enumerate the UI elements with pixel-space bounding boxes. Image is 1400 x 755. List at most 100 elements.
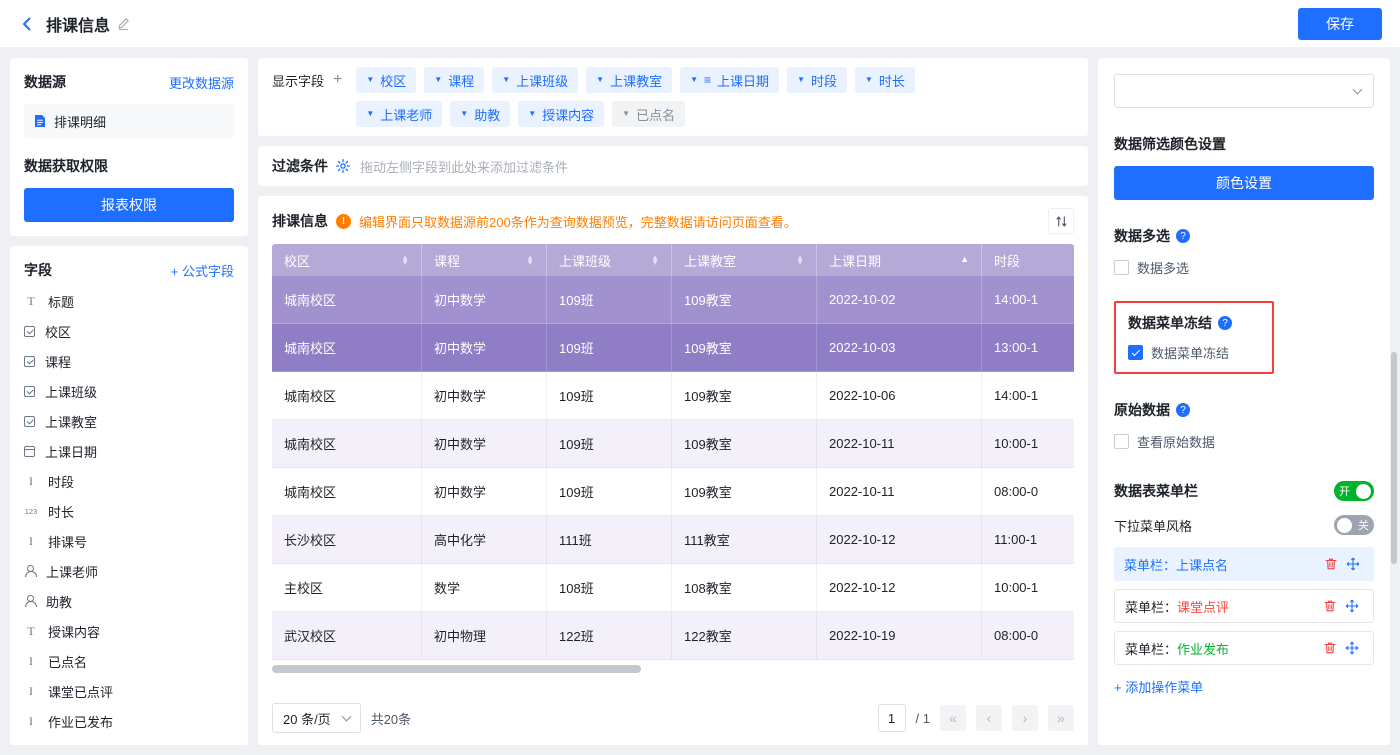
sort-order-button[interactable] — [1048, 208, 1074, 234]
move-icon[interactable] — [1341, 637, 1363, 659]
menu-item[interactable]: 菜单栏：上课点名 — [1114, 547, 1374, 581]
display-field-chip[interactable]: ▼时段 — [787, 67, 847, 93]
field-item[interactable]: T授课内容 — [24, 616, 234, 646]
table-row[interactable]: 城南校区初中数学109班109教室2022-10-1110:00-1 — [272, 420, 1074, 468]
table-row[interactable]: 城南校区初中数学109班109教室2022-10-1108:00-0 — [272, 468, 1074, 516]
menu-item[interactable]: 菜单栏：课堂点评 — [1114, 589, 1374, 623]
table-cell: 109教室 — [672, 420, 817, 468]
chevron-down-icon: ▼ — [622, 110, 630, 118]
top-select[interactable] — [1114, 74, 1374, 108]
display-field-chip[interactable]: ▼时长 — [855, 67, 915, 93]
color-settings-title: 数据筛选颜色设置 — [1114, 134, 1374, 154]
field-item[interactable]: 上课班级 — [24, 376, 234, 406]
menu-item-prefix: 菜单栏： — [1125, 639, 1177, 658]
chevron-down-icon: ▼ — [865, 76, 873, 84]
add-display-field-button[interactable]: + — [333, 72, 342, 88]
delete-icon[interactable] — [1320, 553, 1342, 575]
table-row[interactable]: 城南校区初中数学109班109教室2022-10-0214:00-1 — [272, 276, 1074, 324]
field-item[interactable]: 课程 — [24, 346, 234, 376]
display-field-chip[interactable]: ▼上课班级 — [492, 67, 578, 93]
field-item[interactable]: I课堂已点评 — [24, 676, 234, 706]
color-settings-button[interactable]: 颜色设置 — [1114, 166, 1374, 200]
chip-row: ▼上课老师 ▼助教 ▼授课内容 ▼已点名 — [356, 101, 915, 127]
back-button[interactable] — [18, 15, 36, 33]
sort-arrows-icon[interactable]: ▲▼ — [526, 255, 534, 265]
multi-select-title: 数据多选 — [1114, 226, 1170, 246]
field-item[interactable]: 上课教室 — [24, 406, 234, 436]
table-row[interactable]: 主校区数学108班108教室2022-10-1210:00-1 — [272, 564, 1074, 612]
multi-select-checkbox[interactable]: 数据多选 — [1114, 258, 1374, 277]
current-page-input[interactable]: 1 — [878, 704, 906, 732]
column-label: 课程 — [434, 251, 460, 270]
gear-icon[interactable] — [336, 159, 350, 173]
page-size-select[interactable]: 20 条/页 — [272, 703, 361, 733]
display-field-chip[interactable]: ▼上课老师 — [356, 101, 442, 127]
help-icon[interactable]: ? — [1176, 229, 1190, 243]
display-field-chip[interactable]: ▼授课内容 — [518, 101, 604, 127]
prev-page-button[interactable]: ‹ — [976, 705, 1002, 731]
table-cell: 109班 — [547, 420, 672, 468]
column-header[interactable]: 上课教室▲▼ — [672, 244, 817, 276]
table-row[interactable]: 城南校区初中数学109班109教室2022-10-0614:00-1 — [272, 372, 1074, 420]
first-page-button[interactable]: « — [940, 705, 966, 731]
field-label: 课程 — [45, 352, 71, 371]
filter-title: 过滤条件 — [272, 156, 328, 176]
move-icon[interactable] — [1342, 553, 1364, 575]
last-page-button[interactable]: » — [1048, 705, 1074, 731]
table-row[interactable]: 城南校区初中数学109班109教室2022-10-0313:00-1 — [272, 324, 1074, 372]
table-row[interactable]: 长沙校区高中化学111班111教室2022-10-1211:00-1 — [272, 516, 1074, 564]
field-item[interactable]: I时段 — [24, 466, 234, 496]
display-field-chip[interactable]: ▼校区 — [356, 67, 416, 93]
display-field-chip[interactable]: ▼上课教室 — [586, 67, 672, 93]
table-row[interactable]: 武汉校区初中物理122班122教室2022-10-1908:00-0 — [272, 612, 1074, 660]
next-page-button[interactable]: › — [1012, 705, 1038, 731]
datasource-item[interactable]: 排课明细 — [24, 104, 234, 138]
save-button[interactable]: 保存 — [1298, 8, 1382, 40]
field-item[interactable]: T标题 — [24, 286, 234, 316]
table-cell: 城南校区 — [272, 324, 422, 372]
report-permission-button[interactable]: 报表权限 — [24, 188, 234, 222]
delete-icon[interactable] — [1319, 595, 1341, 617]
field-item[interactable]: I已点名 — [24, 646, 234, 676]
column-header[interactable]: 校区▲▼ — [272, 244, 422, 276]
chip-row: ▼校区 ▼课程 ▼上课班级 ▼上课教室 ▼≡上课日期 ▼时段 ▼时长 — [356, 67, 915, 93]
menu-bar-toggle[interactable]: 开 — [1334, 481, 1374, 501]
column-header[interactable]: 课程 ▲▼ — [422, 244, 547, 276]
menu-item[interactable]: 菜单栏：作业发布 — [1114, 631, 1374, 665]
horizontal-scrollbar[interactable] — [272, 665, 641, 673]
sort-arrows-icon[interactable]: ▲ — [960, 257, 969, 263]
column-header[interactable]: 时段 — [982, 244, 1074, 276]
add-action-menu-link[interactable]: + 添加操作菜单 — [1114, 677, 1374, 696]
display-field-chip[interactable]: ▼助教 — [450, 101, 510, 127]
menu-freeze-checkbox[interactable]: 数据菜单冻结 — [1128, 343, 1260, 362]
edit-title-icon[interactable] — [117, 17, 130, 30]
add-formula-field-link[interactable]: + 公式字段 — [171, 261, 234, 280]
help-icon[interactable]: ? — [1176, 403, 1190, 417]
field-label: 助教 — [46, 592, 72, 611]
sort-arrows-icon[interactable]: ▲▼ — [796, 255, 804, 265]
person-icon — [24, 565, 36, 577]
field-item[interactable]: 校区 — [24, 316, 234, 346]
field-item[interactable]: 123时长 — [24, 496, 234, 526]
change-datasource-link[interactable]: 更改数据源 — [169, 73, 234, 92]
delete-icon[interactable] — [1319, 637, 1341, 659]
display-field-chip[interactable]: ▼课程 — [424, 67, 484, 93]
table-cell: 122教室 — [672, 612, 817, 660]
field-item[interactable]: 助教 — [24, 586, 234, 616]
dropdown-style-toggle[interactable]: 关 — [1334, 515, 1374, 535]
column-header[interactable]: 上课日期▲ — [817, 244, 982, 276]
column-header[interactable]: 上课班级▲▼ — [547, 244, 672, 276]
help-icon[interactable]: ? — [1218, 316, 1232, 330]
sort-arrows-icon[interactable]: ▲▼ — [401, 255, 409, 265]
field-item[interactable]: 上课老师 — [24, 556, 234, 586]
display-field-chip[interactable]: ▼≡上课日期 — [680, 67, 779, 93]
display-field-chip[interactable]: ▼已点名 — [612, 101, 685, 127]
table-cell: 109班 — [547, 468, 672, 516]
move-icon[interactable] — [1341, 595, 1363, 617]
raw-data-checkbox[interactable]: 查看原始数据 — [1114, 432, 1374, 451]
field-item[interactable]: I排课号 — [24, 526, 234, 556]
sort-arrows-icon[interactable]: ▲▼ — [651, 255, 659, 265]
field-item[interactable]: I作业已发布 — [24, 706, 234, 736]
field-item[interactable]: 上课日期 — [24, 436, 234, 466]
vertical-scrollbar[interactable] — [1391, 352, 1397, 564]
